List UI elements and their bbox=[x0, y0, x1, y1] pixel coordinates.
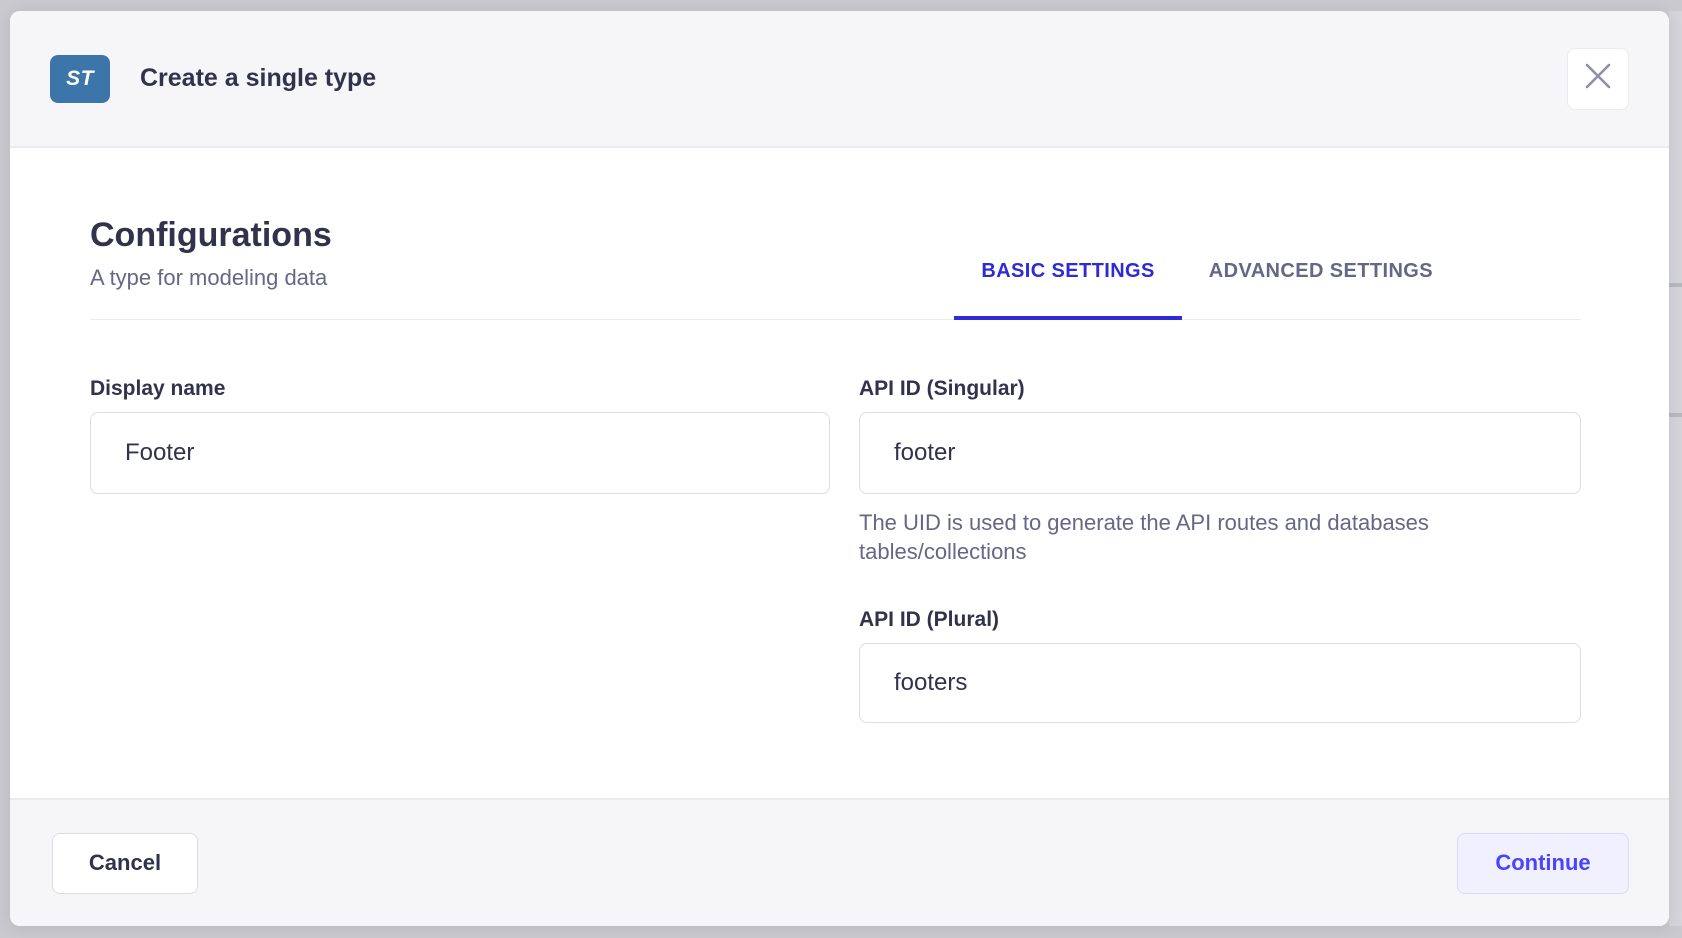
settings-tabs: BASIC SETTINGS ADVANCED SETTINGS bbox=[954, 260, 1460, 319]
display-name-input[interactable] bbox=[90, 412, 830, 494]
section-header: Configurations A type for modeling data … bbox=[90, 216, 1581, 320]
api-id-singular-field: API ID (Singular) The UID is used to gen… bbox=[859, 377, 1581, 566]
api-id-singular-input[interactable] bbox=[859, 412, 1581, 494]
cancel-button[interactable]: Cancel bbox=[52, 833, 198, 894]
api-id-plural-field: API ID (Plural) bbox=[859, 608, 1581, 723]
left-column: Display name bbox=[90, 377, 830, 723]
single-type-badge-icon: ST bbox=[50, 55, 110, 103]
tab-advanced-settings[interactable]: ADVANCED SETTINGS bbox=[1182, 260, 1460, 319]
close-icon bbox=[1585, 63, 1611, 94]
api-id-plural-input[interactable] bbox=[859, 643, 1581, 723]
modal-body: Configurations A type for modeling data … bbox=[10, 148, 1669, 798]
modal-footer: Cancel Continue bbox=[10, 798, 1669, 926]
page-subtitle: A type for modeling data bbox=[90, 265, 332, 291]
tab-basic-settings[interactable]: BASIC SETTINGS bbox=[954, 260, 1181, 319]
configuration-form: Display name API ID (Singular) The UID i… bbox=[90, 377, 1581, 723]
modal-header: ST Create a single type bbox=[10, 11, 1669, 148]
create-single-type-modal: ST Create a single type Configurations A… bbox=[10, 11, 1669, 926]
background-page-divider bbox=[1669, 413, 1682, 417]
section-titles: Configurations A type for modeling data bbox=[90, 216, 332, 319]
page-title: Configurations bbox=[90, 216, 332, 255]
close-button[interactable] bbox=[1567, 48, 1629, 110]
continue-button[interactable]: Continue bbox=[1457, 833, 1629, 894]
background-page-divider bbox=[1669, 283, 1682, 287]
api-id-singular-hint: The UID is used to generate the API rout… bbox=[859, 508, 1519, 566]
right-column: API ID (Singular) The UID is used to gen… bbox=[859, 377, 1581, 723]
api-id-singular-label: API ID (Singular) bbox=[859, 377, 1581, 401]
api-id-plural-label: API ID (Plural) bbox=[859, 608, 1581, 632]
modal-title: Create a single type bbox=[140, 64, 376, 93]
display-name-label: Display name bbox=[90, 377, 830, 401]
page-behind-overlay bbox=[1669, 11, 1682, 926]
